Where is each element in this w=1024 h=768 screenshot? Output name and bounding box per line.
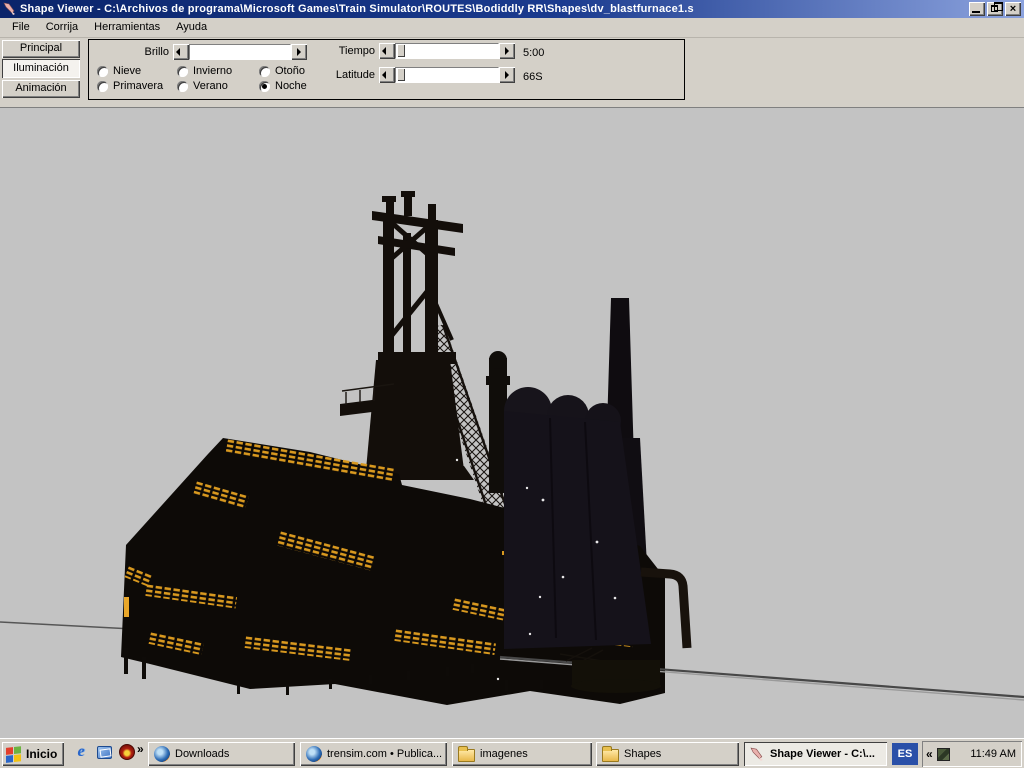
scroll-right-arrow-icon[interactable] [291, 44, 307, 60]
brightness-label: Brillo [117, 46, 169, 58]
screen: { "window": { "title": "Shape Viewer - C… [0, 0, 1024, 768]
firefox-icon [154, 746, 170, 762]
taskbar: Inicio e » Downloads trensim.com • Publi… [0, 738, 1024, 768]
task-button-imagenes[interactable]: imagenes [452, 742, 592, 766]
menu-file[interactable]: File [4, 19, 38, 36]
radio-icon[interactable] [97, 66, 108, 77]
blast-furnace-scene [0, 108, 1024, 738]
close-button[interactable]: × [1005, 2, 1021, 16]
task-label: Downloads [175, 748, 229, 760]
latitude-value: 66S [523, 71, 543, 83]
scroll-left-arrow-icon[interactable] [173, 44, 189, 60]
task-label: trensim.com • Publica... [327, 748, 442, 760]
radio-label: Invierno [193, 65, 232, 77]
radio-icon[interactable] [177, 66, 188, 77]
latitude-label: Latitude [327, 69, 375, 81]
lighting-groupbox: Brillo Nieve Invierno Otoño Primavera Ve… [88, 39, 685, 100]
time-value: 5:00 [523, 47, 544, 59]
firefox-icon [306, 746, 322, 762]
radio-noche[interactable]: Noche [259, 80, 307, 92]
quick-launch: e [72, 743, 136, 761]
task-label: imagenes [480, 748, 528, 760]
clock: 11:49 AM [970, 748, 1016, 760]
internet-explorer-icon[interactable]: e [72, 743, 90, 761]
time-label: Tiempo [327, 45, 375, 57]
furnace-tower [340, 191, 474, 480]
time-scrollbar[interactable] [379, 43, 515, 59]
restore-button[interactable] [987, 2, 1003, 16]
radio-invierno[interactable]: Invierno [177, 65, 232, 77]
radio-primavera[interactable]: Primavera [97, 80, 163, 92]
brightness-scrollbar[interactable] [173, 44, 307, 60]
scroll-left-arrow-icon[interactable] [379, 67, 395, 83]
folder-icon [458, 749, 475, 762]
task-button-downloads[interactable]: Downloads [148, 742, 295, 766]
opera-browser-icon[interactable] [118, 743, 136, 761]
start-label: Inicio [26, 747, 57, 761]
menu-corrija[interactable]: Corrija [38, 19, 86, 36]
radio-label: Primavera [113, 80, 163, 92]
radio-label: Noche [275, 80, 307, 92]
scroll-left-arrow-icon[interactable] [379, 43, 395, 59]
task-label: Shapes [624, 748, 661, 760]
quick-launch-overflow-chevron[interactable]: » [137, 742, 144, 756]
start-button[interactable]: Inicio [2, 742, 64, 766]
radio-icon-selected[interactable] [259, 81, 270, 92]
tab-iluminacion[interactable]: Iluminación [2, 59, 80, 78]
minimize-button[interactable] [969, 2, 985, 16]
radio-label: Nieve [113, 65, 141, 77]
language-indicator[interactable]: ES [892, 743, 918, 765]
task-button-shapes[interactable]: Shapes [596, 742, 739, 766]
radio-icon[interactable] [97, 81, 108, 92]
latitude-scrollbar[interactable] [379, 67, 515, 83]
window-title: Shape Viewer - C:\Archivos de programa\M… [20, 3, 969, 15]
viewport-3d-model[interactable] [0, 108, 1024, 738]
radio-nieve[interactable]: Nieve [97, 65, 141, 77]
menu-herramientas[interactable]: Herramientas [86, 19, 168, 36]
task-label: Shape Viewer - C:\... [770, 748, 875, 760]
radio-verano[interactable]: Verano [177, 80, 228, 92]
time-thumb[interactable] [397, 44, 405, 57]
radio-label: Verano [193, 80, 228, 92]
system-tray: « 11:49 AM [922, 741, 1022, 767]
scroll-right-arrow-icon[interactable] [499, 43, 515, 59]
brightness-track[interactable] [189, 44, 291, 60]
radio-icon[interactable] [177, 81, 188, 92]
task-button-trensim[interactable]: trensim.com • Publica... [300, 742, 447, 766]
scroll-right-arrow-icon[interactable] [499, 67, 515, 83]
tab-principal[interactable]: Principal [2, 40, 80, 58]
menu-ayuda[interactable]: Ayuda [168, 19, 215, 36]
control-panel: Principal Iluminación Animación Brillo N… [0, 38, 1024, 108]
radio-icon[interactable] [259, 66, 270, 77]
latitude-thumb[interactable] [397, 68, 405, 81]
radio-otono[interactable]: Otoño [259, 65, 305, 77]
app-icon [3, 2, 17, 16]
title-bar[interactable]: Shape Viewer - C:\Archivos de programa\M… [0, 0, 1024, 18]
latitude-track[interactable] [395, 67, 499, 83]
windows-logo-icon [6, 746, 22, 763]
tab-animacion[interactable]: Animación [2, 80, 80, 98]
tray-app-icon[interactable] [937, 748, 950, 761]
shape-viewer-icon [750, 747, 765, 762]
task-button-shape-viewer[interactable]: Shape Viewer - C:\... [744, 742, 887, 766]
time-track[interactable] [395, 43, 499, 59]
radio-label: Otoño [275, 65, 305, 77]
tray-collapse-chevron[interactable]: « [926, 747, 933, 761]
outlook-express-icon[interactable] [95, 743, 113, 761]
menu-bar: File Corrija Herramientas Ayuda [0, 18, 1024, 38]
folder-icon [602, 749, 619, 762]
